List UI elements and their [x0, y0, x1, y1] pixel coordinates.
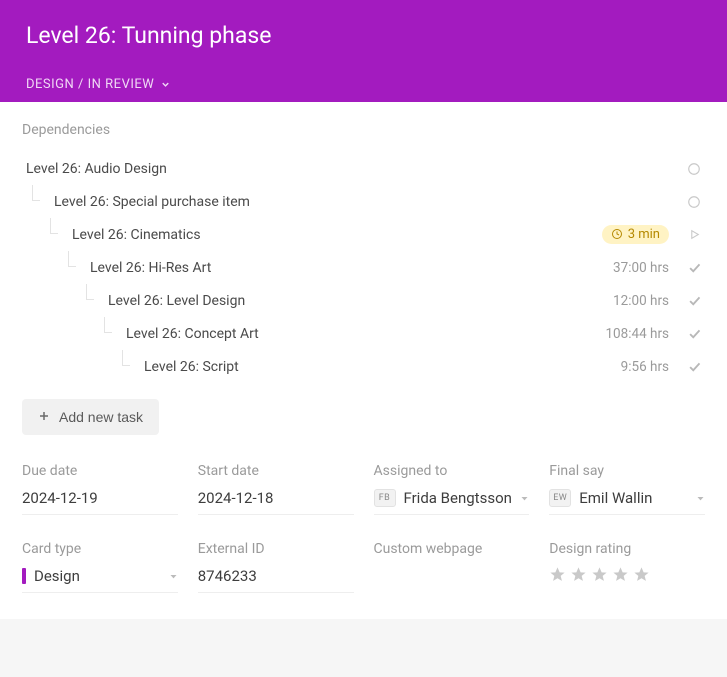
field-label: Start date [198, 463, 354, 479]
dependency-row[interactable]: Level 26: Level Design12:00 hrs [22, 284, 705, 317]
status-done-icon[interactable] [683, 359, 705, 374]
dependency-time: 108:44 hrs [605, 326, 669, 342]
field-custom-webpage: Custom webpage [374, 541, 530, 593]
card-type-text: Design [34, 567, 80, 585]
star-icon[interactable] [570, 566, 587, 587]
final-say-name: Emil Wallin [579, 489, 652, 507]
dependency-name: Level 26: Special purchase item [54, 194, 669, 210]
status-play-icon[interactable] [683, 228, 705, 241]
status-done-icon[interactable] [683, 293, 705, 308]
field-label: Due date [22, 463, 178, 479]
chevron-down-icon [160, 79, 171, 90]
due-date-text: 2024-12-19 [22, 489, 98, 507]
field-external-id: External ID 8746233 [198, 541, 354, 593]
external-id-text: 8746233 [198, 567, 257, 585]
field-label: Design rating [549, 541, 705, 557]
dependency-time: 3 min [602, 225, 669, 245]
clock-icon [611, 228, 623, 240]
avatar: FB [374, 489, 396, 507]
dependency-time: 37:00 hrs [613, 260, 669, 276]
field-label: Custom webpage [374, 541, 530, 557]
dependency-time: 9:56 hrs [621, 359, 669, 375]
start-date-text: 2024-12-18 [198, 489, 274, 507]
card-title: Level 26: Tunning phase [26, 22, 701, 67]
dependency-name: Level 26: Cinematics [72, 227, 602, 243]
caret-down-icon [520, 494, 529, 503]
field-final-say: Final say EW Emil Wallin [549, 463, 705, 515]
dependency-name: Level 26: Audio Design [26, 161, 669, 177]
type-color-swatch [22, 568, 26, 584]
dependency-name: Level 26: Hi-Res Art [90, 260, 613, 276]
footer-area [0, 619, 727, 677]
star-icon[interactable] [591, 566, 608, 587]
field-label: External ID [198, 541, 354, 557]
due-date-value[interactable]: 2024-12-19 [22, 487, 178, 515]
indent-guides [22, 218, 72, 251]
status-open-icon[interactable] [683, 162, 705, 176]
dependency-name: Level 26: Concept Art [126, 326, 605, 342]
indent-guides [22, 251, 90, 284]
star-icon[interactable] [633, 566, 650, 587]
field-due-date: Due date 2024-12-19 [22, 463, 178, 515]
external-id-value[interactable]: 8746233 [198, 565, 354, 593]
dependency-name: Level 26: Level Design [108, 293, 613, 309]
start-date-value[interactable]: 2024-12-18 [198, 487, 354, 515]
indent-guides [22, 317, 126, 350]
custom-webpage-value[interactable] [374, 565, 530, 593]
status-category: DESIGN [26, 77, 74, 92]
dependency-row[interactable]: Level 26: Cinematics 3 min [22, 218, 705, 251]
status-done-icon[interactable] [683, 326, 705, 341]
final-say-select[interactable]: EW Emil Wallin [549, 487, 705, 515]
field-label: Final say [549, 463, 705, 479]
add-new-task-button[interactable]: Add new task [22, 399, 159, 435]
dependency-row[interactable]: Level 26: Concept Art108:44 hrs [22, 317, 705, 350]
star-icon[interactable] [549, 566, 566, 587]
card-type-select[interactable]: Design [22, 565, 178, 593]
caret-down-icon [696, 494, 705, 503]
pill-text: 3 min [628, 227, 660, 242]
fields-grid: Due date 2024-12-19 Start date 2024-12-1… [22, 463, 705, 593]
plus-icon [38, 409, 50, 425]
dependency-row[interactable]: Level 26: Hi-Res Art37:00 hrs [22, 251, 705, 284]
dependencies-list: Level 26: Audio Design Level 26: Special … [22, 152, 705, 383]
status-separator: / [74, 77, 87, 92]
field-start-date: Start date 2024-12-18 [198, 463, 354, 515]
field-assigned-to: Assigned to FB Frida Bengtsson [374, 463, 530, 515]
status-dropdown[interactable]: DESIGN / IN REVIEW [26, 67, 701, 102]
indent-guides [22, 284, 108, 317]
caret-down-icon [169, 572, 178, 581]
status-open-icon[interactable] [683, 195, 705, 209]
field-label: Assigned to [374, 463, 530, 479]
card-body: Dependencies Level 26: Audio DesignLevel… [0, 102, 727, 619]
dependencies-label: Dependencies [22, 122, 705, 138]
field-design-rating: Design rating [549, 541, 705, 593]
dependency-row[interactable]: Level 26: Special purchase item [22, 185, 705, 218]
dependency-row[interactable]: Level 26: Audio Design [22, 152, 705, 185]
dependency-row[interactable]: Level 26: Script9:56 hrs [22, 350, 705, 383]
add-new-task-label: Add new task [59, 409, 143, 425]
dependency-time: 12:00 hrs [613, 293, 669, 309]
field-card-type: Card type Design [22, 541, 178, 593]
active-time-pill: 3 min [602, 225, 669, 244]
status-state: IN REVIEW [88, 77, 155, 92]
assigned-to-name: Frida Bengtsson [404, 489, 512, 507]
star-icon[interactable] [612, 566, 629, 587]
dependency-name: Level 26: Script [144, 359, 621, 375]
status-done-icon[interactable] [683, 260, 705, 275]
indent-guides [22, 152, 26, 185]
field-label: Card type [22, 541, 178, 557]
avatar: EW [549, 489, 571, 507]
indent-guides [22, 350, 144, 383]
indent-guides [22, 185, 54, 218]
card-header: Level 26: Tunning phase DESIGN / IN REVI… [0, 0, 727, 102]
assigned-to-select[interactable]: FB Frida Bengtsson [374, 487, 530, 515]
design-rating-stars[interactable] [549, 565, 705, 593]
